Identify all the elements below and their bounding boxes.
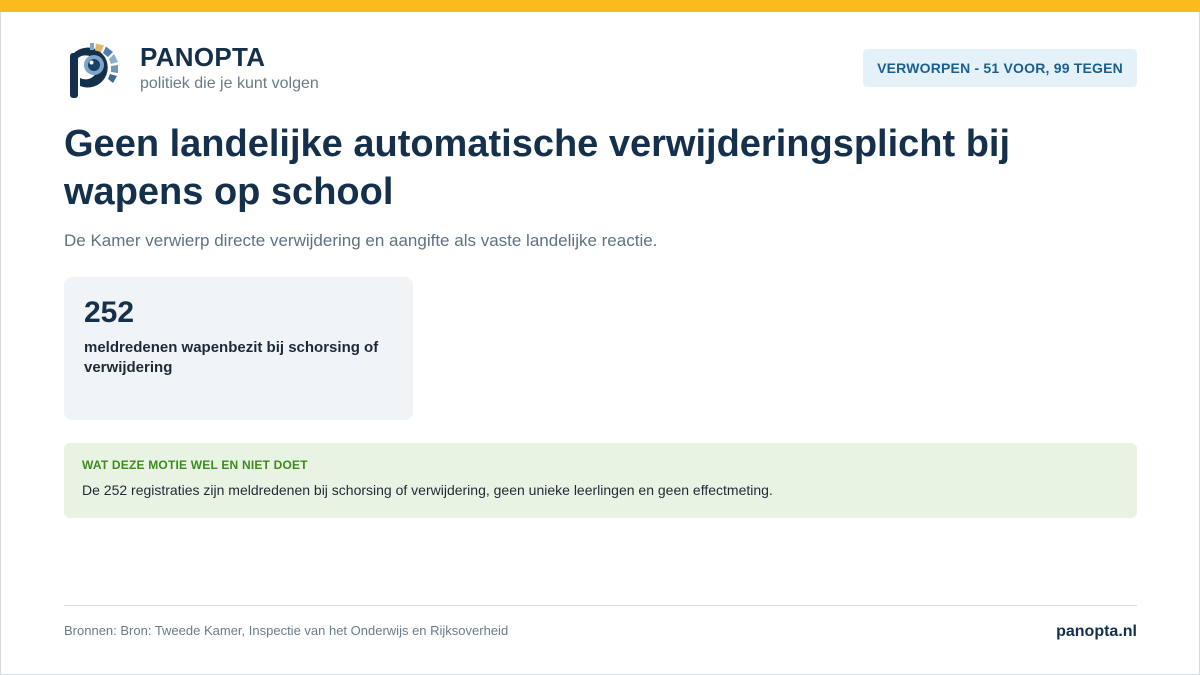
vote-status-badge: VERWORPEN - 51 VOOR, 99 TEGEN [863, 49, 1137, 87]
footer-site-link[interactable]: panopta.nl [1056, 623, 1137, 641]
page-subtitle: De Kamer verwierp directe verwijdering e… [64, 231, 658, 250]
stat-value: 252 [84, 296, 135, 329]
footer-divider [64, 605, 1137, 606]
stat-label: meldredenen wapenbezit bij schorsing of … [84, 339, 379, 376]
note-text: De 252 registraties zijn meldredenen bij… [82, 482, 773, 498]
accent-top-bar [0, 0, 1200, 12]
page-title: Geen landelijke automatische verwijderin… [64, 123, 1011, 213]
brand-tagline: politiek die je kunt volgen [140, 75, 319, 92]
footer-sources: Bronnen: Bron: Tweede Kamer, Inspectie v… [64, 623, 509, 638]
note-heading: WAT DEZE MOTIE WEL EN NIET DOET [82, 458, 308, 472]
stat-card: 252 meldredenen wapenbezit bij schorsing… [64, 277, 413, 420]
brand-name: PANOPTA [140, 42, 266, 72]
motion-scope-note: WAT DEZE MOTIE WEL EN NIET DOET De 252 r… [64, 443, 1137, 518]
eye-p-logo-icon [70, 43, 118, 98]
